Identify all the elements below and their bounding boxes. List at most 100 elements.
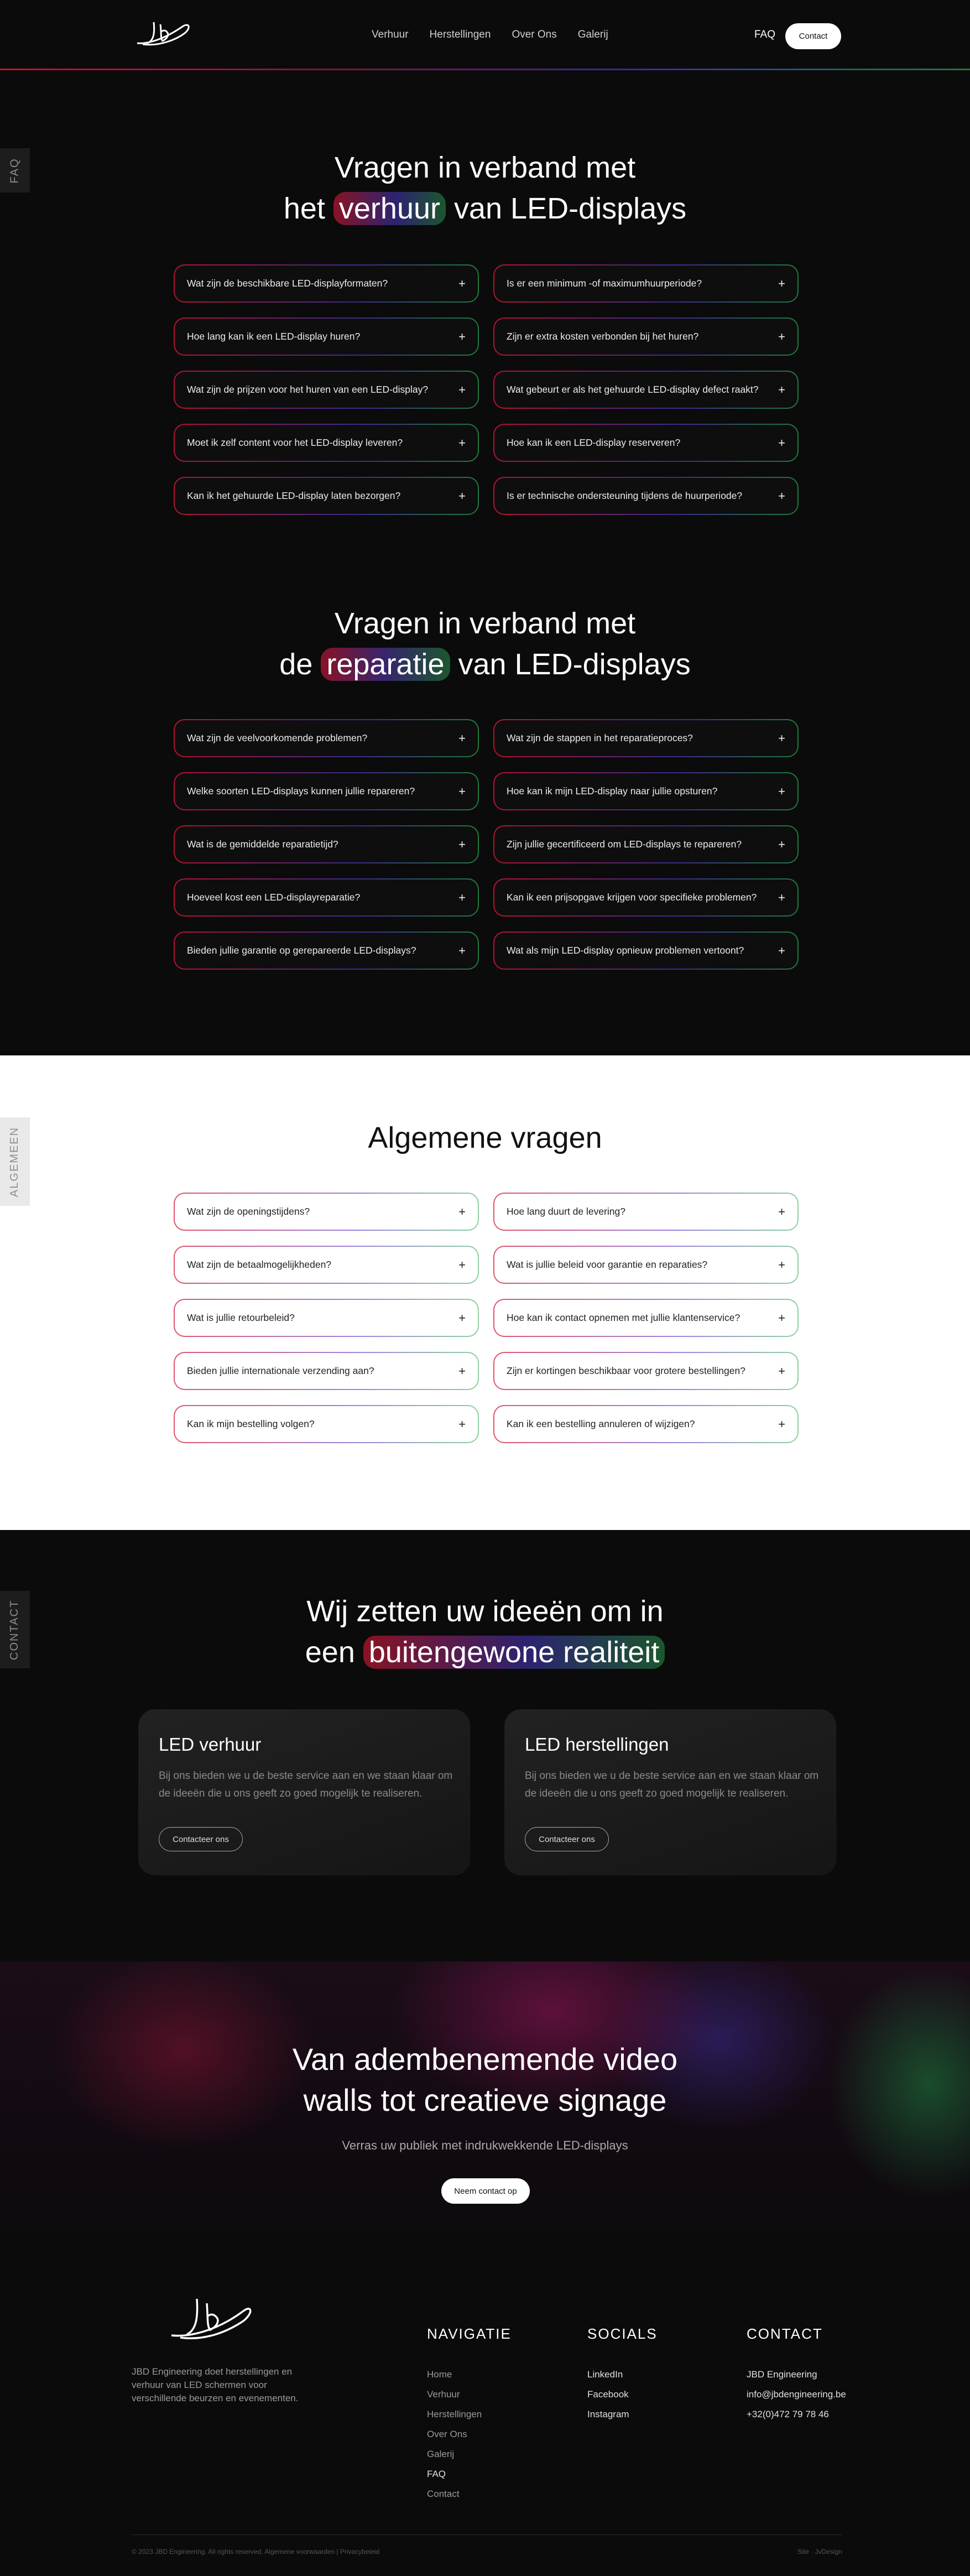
- faq-question[interactable]: Kan ik het gehuurde LED-display laten be…: [174, 477, 479, 515]
- footer-link-faq[interactable]: FAQ: [427, 2464, 512, 2484]
- footer-link-verhuur[interactable]: Verhuur: [427, 2385, 512, 2405]
- footer-navigation: NAVIGATIE Home Verhuur Herstellingen Ove…: [427, 2325, 512, 2504]
- footer-credit[interactable]: Site · JvDesign: [797, 2548, 842, 2556]
- faq-question[interactable]: Moet ik zelf content voor het LED-displa…: [174, 424, 479, 462]
- faq-question[interactable]: Kan ik een prijsopgave krijgen voor spec…: [493, 878, 799, 917]
- faq-question[interactable]: Hoe kan ik een LED-display reserveren? +: [493, 424, 799, 462]
- footer-contact: CONTACT JBD Engineering info@jbdengineer…: [747, 2325, 846, 2424]
- faq-question[interactable]: Is er technische ondersteuning tijdens d…: [493, 477, 799, 515]
- plus-icon: +: [778, 837, 785, 851]
- repair-faq-grid: Wat zijn de veelvoorkomende problemen? + …: [174, 719, 799, 970]
- faq-question[interactable]: Zijn er extra kosten verbonden bij het h…: [493, 318, 799, 356]
- faq-question[interactable]: Is er een minimum -of maximumhuurperiode…: [493, 264, 799, 303]
- plus-icon: +: [778, 890, 785, 904]
- footer-link-herstellingen[interactable]: Herstellingen: [427, 2405, 512, 2424]
- nav-faq[interactable]: FAQ: [754, 29, 775, 41]
- footer-description: JBD Engineering doet herstellingen en ve…: [132, 2366, 299, 2403]
- faq-question[interactable]: Hoe kan ik mijn LED-display naar jullie …: [493, 772, 799, 810]
- contact-button[interactable]: Contact: [785, 23, 841, 49]
- faq-question[interactable]: Wat zijn de stappen in het reparatieproc…: [493, 719, 799, 757]
- footer-link-linkedin[interactable]: LinkedIn: [587, 2365, 658, 2385]
- card-title: LED herstellingen: [525, 1734, 669, 1755]
- plus-icon: +: [778, 1417, 785, 1431]
- plus-icon: +: [458, 731, 466, 745]
- plus-icon: +: [778, 943, 785, 957]
- faq-question[interactable]: Wat is jullie beleid voor garantie en re…: [493, 1246, 799, 1284]
- faq-question[interactable]: Wat zijn de betaalmogelijkheden? +: [174, 1246, 479, 1284]
- faq-question[interactable]: Welke soorten LED-displays kunnen jullie…: [174, 772, 479, 810]
- faq-question[interactable]: Kan ik een bestelling annuleren of wijzi…: [493, 1405, 799, 1443]
- plus-icon: +: [458, 890, 466, 904]
- rental-faq-grid: Wat zijn de beschikbare LED-displayforma…: [174, 264, 799, 515]
- plus-icon: +: [458, 1417, 466, 1431]
- card-led-verhuur: LED verhuur Bij ons bieden we u de beste…: [138, 1709, 470, 1875]
- general-faq-grid: Wat zijn de openingstijdens? + Hoe lang d…: [174, 1193, 799, 1443]
- faq-question[interactable]: Wat is de gemiddelde reparatietijd? +: [174, 825, 479, 863]
- plus-icon: +: [778, 276, 785, 290]
- plus-icon: +: [778, 488, 785, 503]
- faq-question[interactable]: Zijn er kortingen beschikbaar voor grote…: [493, 1352, 799, 1390]
- plus-icon: +: [778, 731, 785, 745]
- card-title: LED verhuur: [159, 1734, 262, 1755]
- faq-question[interactable]: Hoeveel kost een LED-displayreparatie? +: [174, 878, 479, 917]
- plus-icon: +: [458, 382, 466, 397]
- faq-question[interactable]: Hoe lang duurt de levering? +: [493, 1193, 799, 1231]
- general-faq-title: Algemene vragen: [368, 1121, 602, 1154]
- footer-link-facebook[interactable]: Facebook: [587, 2385, 658, 2405]
- plus-icon: +: [458, 837, 466, 851]
- footer-copyright: © 2023 JBD Engineering. All rights reser…: [132, 2548, 380, 2556]
- neem-contact-op-button[interactable]: Neem contact op: [441, 2178, 530, 2204]
- plus-icon: +: [458, 1310, 466, 1325]
- footer-link-instagram[interactable]: Instagram: [587, 2405, 658, 2424]
- plus-icon: +: [458, 276, 466, 290]
- card-text: Bij ons bieden we u de beste service aan…: [159, 1770, 453, 1799]
- footer-link-over-ons[interactable]: Over Ons: [427, 2424, 512, 2444]
- footer-phone-link[interactable]: +32(0)472 79 78 46: [747, 2405, 846, 2424]
- faq-question[interactable]: Wat zijn de veelvoorkomende problemen? +: [174, 719, 479, 757]
- plus-icon: +: [778, 1204, 785, 1219]
- faq-question[interactable]: Kan ik mijn bestelling volgen? +: [174, 1405, 479, 1443]
- contact-title: Wij zetten uw ideeën om in een buitengewo…: [0, 1591, 970, 1673]
- plus-icon: +: [778, 1310, 785, 1325]
- footer-link-contact[interactable]: Contact: [427, 2484, 512, 2504]
- jbd-logo[interactable]: [132, 17, 194, 50]
- footer-link-home[interactable]: Home: [427, 2365, 512, 2385]
- faq-question[interactable]: Wat als mijn LED-display opnieuw problem…: [493, 931, 799, 970]
- site-footer: JBD Engineering doet herstellingen en ve…: [0, 2263, 970, 2576]
- footer-email-link[interactable]: info@jbdengineering.be: [747, 2385, 846, 2405]
- faq-question[interactable]: Zijn jullie gecertificeerd om LED-displa…: [493, 825, 799, 863]
- nav-over-ons[interactable]: Over Ons: [512, 29, 556, 41]
- plus-icon: +: [778, 1364, 785, 1378]
- plus-icon: +: [778, 329, 785, 344]
- faq-question[interactable]: Wat zijn de beschikbare LED-displayforma…: [174, 264, 479, 303]
- faq-question[interactable]: Wat is jullie retourbeleid? +: [174, 1299, 479, 1337]
- plus-icon: +: [458, 1204, 466, 1219]
- faq-question[interactable]: Wat zijn de openingstijdens? +: [174, 1193, 479, 1231]
- contacteer-ons-button[interactable]: Contacteer ons: [159, 1827, 243, 1851]
- faq-question[interactable]: Wat gebeurt er als het gehuurde LED-disp…: [493, 371, 799, 409]
- footer-socials: SOCIALS LinkedIn Facebook Instagram: [587, 2325, 658, 2424]
- nav-verhuur[interactable]: Verhuur: [372, 29, 409, 41]
- plus-icon: +: [778, 1257, 785, 1272]
- plus-icon: +: [778, 784, 785, 798]
- main-nav: Verhuur Herstellingen Over Ons Galerij: [372, 29, 608, 41]
- faq-question[interactable]: Wat zijn de prijzen voor het huren van e…: [174, 371, 479, 409]
- faq-question[interactable]: Bieden jullie garantie op gerepareerde L…: [174, 931, 479, 970]
- nav-galerij[interactable]: Galerij: [578, 29, 608, 41]
- plus-icon: +: [458, 488, 466, 503]
- footer-link-galerij[interactable]: Galerij: [427, 2444, 512, 2464]
- faq-question[interactable]: Bieden jullie internationale verzending …: [174, 1352, 479, 1390]
- header-gradient-divider: [0, 69, 970, 70]
- plus-icon: +: [778, 435, 785, 450]
- card-text: Bij ons bieden we u de beste service aan…: [525, 1770, 819, 1799]
- footer-logo[interactable]: [160, 2291, 254, 2346]
- plus-icon: +: [458, 1364, 466, 1378]
- cta-banner: Van adembenemende video walls tot creatie…: [0, 1961, 970, 2263]
- repair-faq-title: Vragen in verband met de reparatie van LE…: [279, 607, 691, 681]
- plus-icon: +: [458, 329, 466, 344]
- faq-question[interactable]: Hoe kan ik contact opnemen met jullie kl…: [493, 1299, 799, 1337]
- faq-question[interactable]: Hoe lang kan ik een LED-display huren? +: [174, 318, 479, 356]
- plus-icon: +: [778, 382, 785, 397]
- nav-herstellingen[interactable]: Herstellingen: [430, 29, 491, 41]
- contacteer-ons-button[interactable]: Contacteer ons: [525, 1827, 609, 1851]
